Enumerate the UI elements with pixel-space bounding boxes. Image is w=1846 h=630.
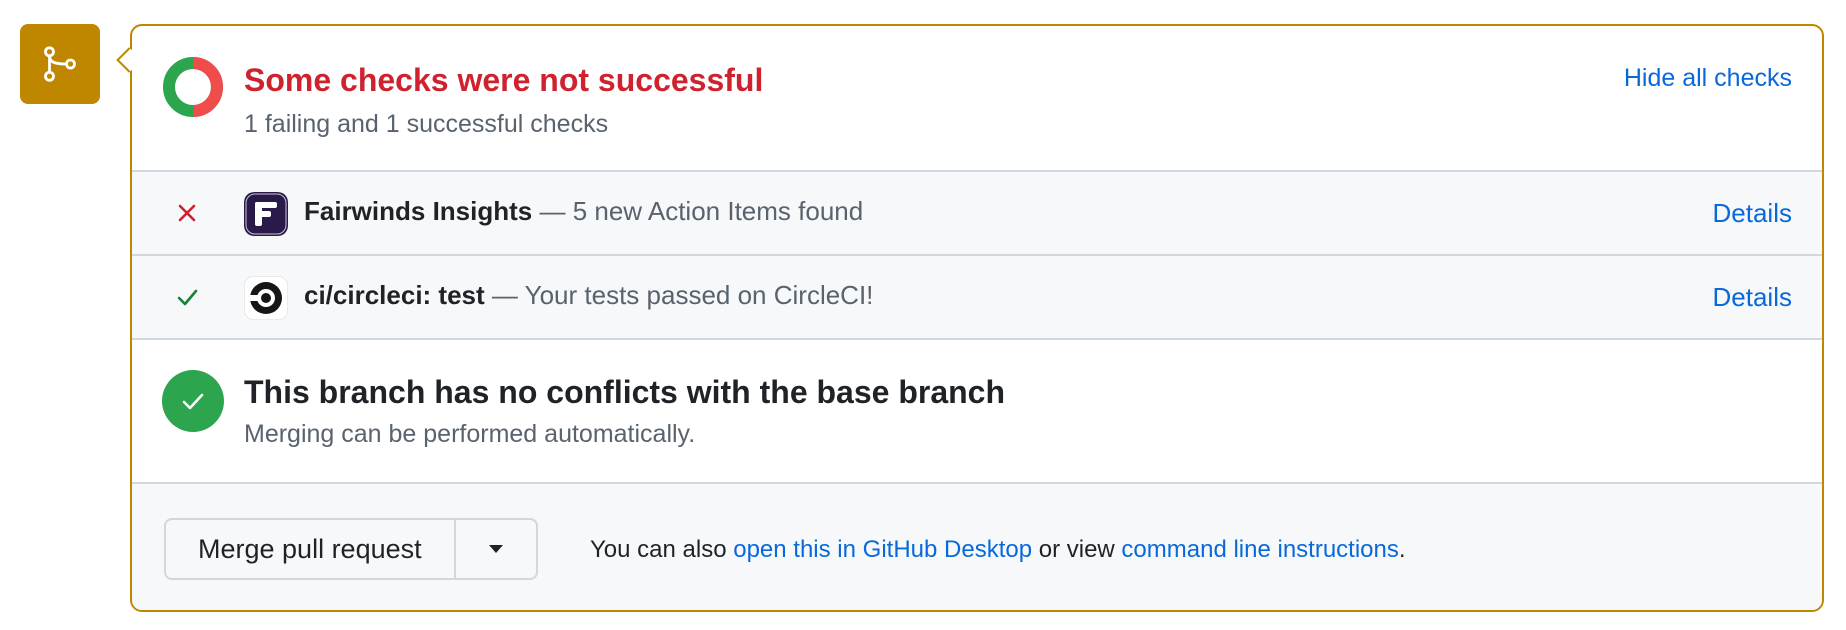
merge-actions-section: Merge pull request You can also open thi… <box>132 484 1822 610</box>
merge-pull-request-button[interactable]: Merge pull request <box>166 520 456 578</box>
merge-icon-badge <box>20 24 100 104</box>
check-details-link[interactable]: Details <box>1713 282 1792 313</box>
success-badge <box>162 370 224 432</box>
merge-method-dropdown-button[interactable] <box>456 520 536 578</box>
merge-status-subtitle: Merging can be performed automatically. <box>244 420 696 448</box>
checks-status-title: Some checks were not successful <box>244 62 764 98</box>
check-name: Fairwinds Insights <box>304 196 533 226</box>
alt-text-prefix: You can also <box>590 536 734 563</box>
merge-status-section: This branch has no conflicts with the ba… <box>132 340 1822 484</box>
check-name: ci/circleci: test <box>304 280 485 310</box>
check-details-link[interactable]: Details <box>1713 198 1792 229</box>
check-description: — 5 new Action Items found <box>532 196 864 226</box>
git-merge-icon <box>44 46 76 82</box>
circleci-logo-icon <box>244 276 288 320</box>
open-github-desktop-link[interactable]: open this in GitHub Desktop <box>733 536 1032 563</box>
checks-status-section: Some checks were not successful 1 failin… <box>132 26 1822 172</box>
hide-all-checks-link[interactable]: Hide all checks <box>1624 64 1792 93</box>
checks-status-summary: 1 failing and 1 successful checks <box>244 110 609 138</box>
triangle-down-icon <box>488 545 503 553</box>
merge-box: Some checks were not successful 1 failin… <box>130 24 1824 612</box>
alt-text-suffix: . <box>1398 536 1406 563</box>
checks-status-donut-icon <box>163 57 223 117</box>
alternative-actions-text: You can also open this in GitHub Desktop… <box>590 536 1406 564</box>
merge-status-title: This branch has no conflicts with the ba… <box>244 374 1006 410</box>
check-row: Fairwinds Insights — 5 new Action Items … <box>132 172 1822 256</box>
alt-text-middle: or view <box>1032 536 1122 563</box>
check-row: ci/circleci: test — Your tests passed on… <box>132 256 1822 340</box>
check-icon <box>182 393 204 410</box>
check-description: — Your tests passed on CircleCI! <box>484 280 874 310</box>
check-text: ci/circleci: test — Your tests passed on… <box>304 280 873 311</box>
fairwinds-logo-icon <box>244 192 288 236</box>
check-text: Fairwinds Insights — 5 new Action Items … <box>304 196 863 227</box>
merge-button-group: Merge pull request <box>164 518 538 580</box>
check-icon <box>177 289 198 306</box>
close-icon <box>178 204 196 222</box>
command-line-instructions-link[interactable]: command line instructions <box>1121 536 1398 563</box>
